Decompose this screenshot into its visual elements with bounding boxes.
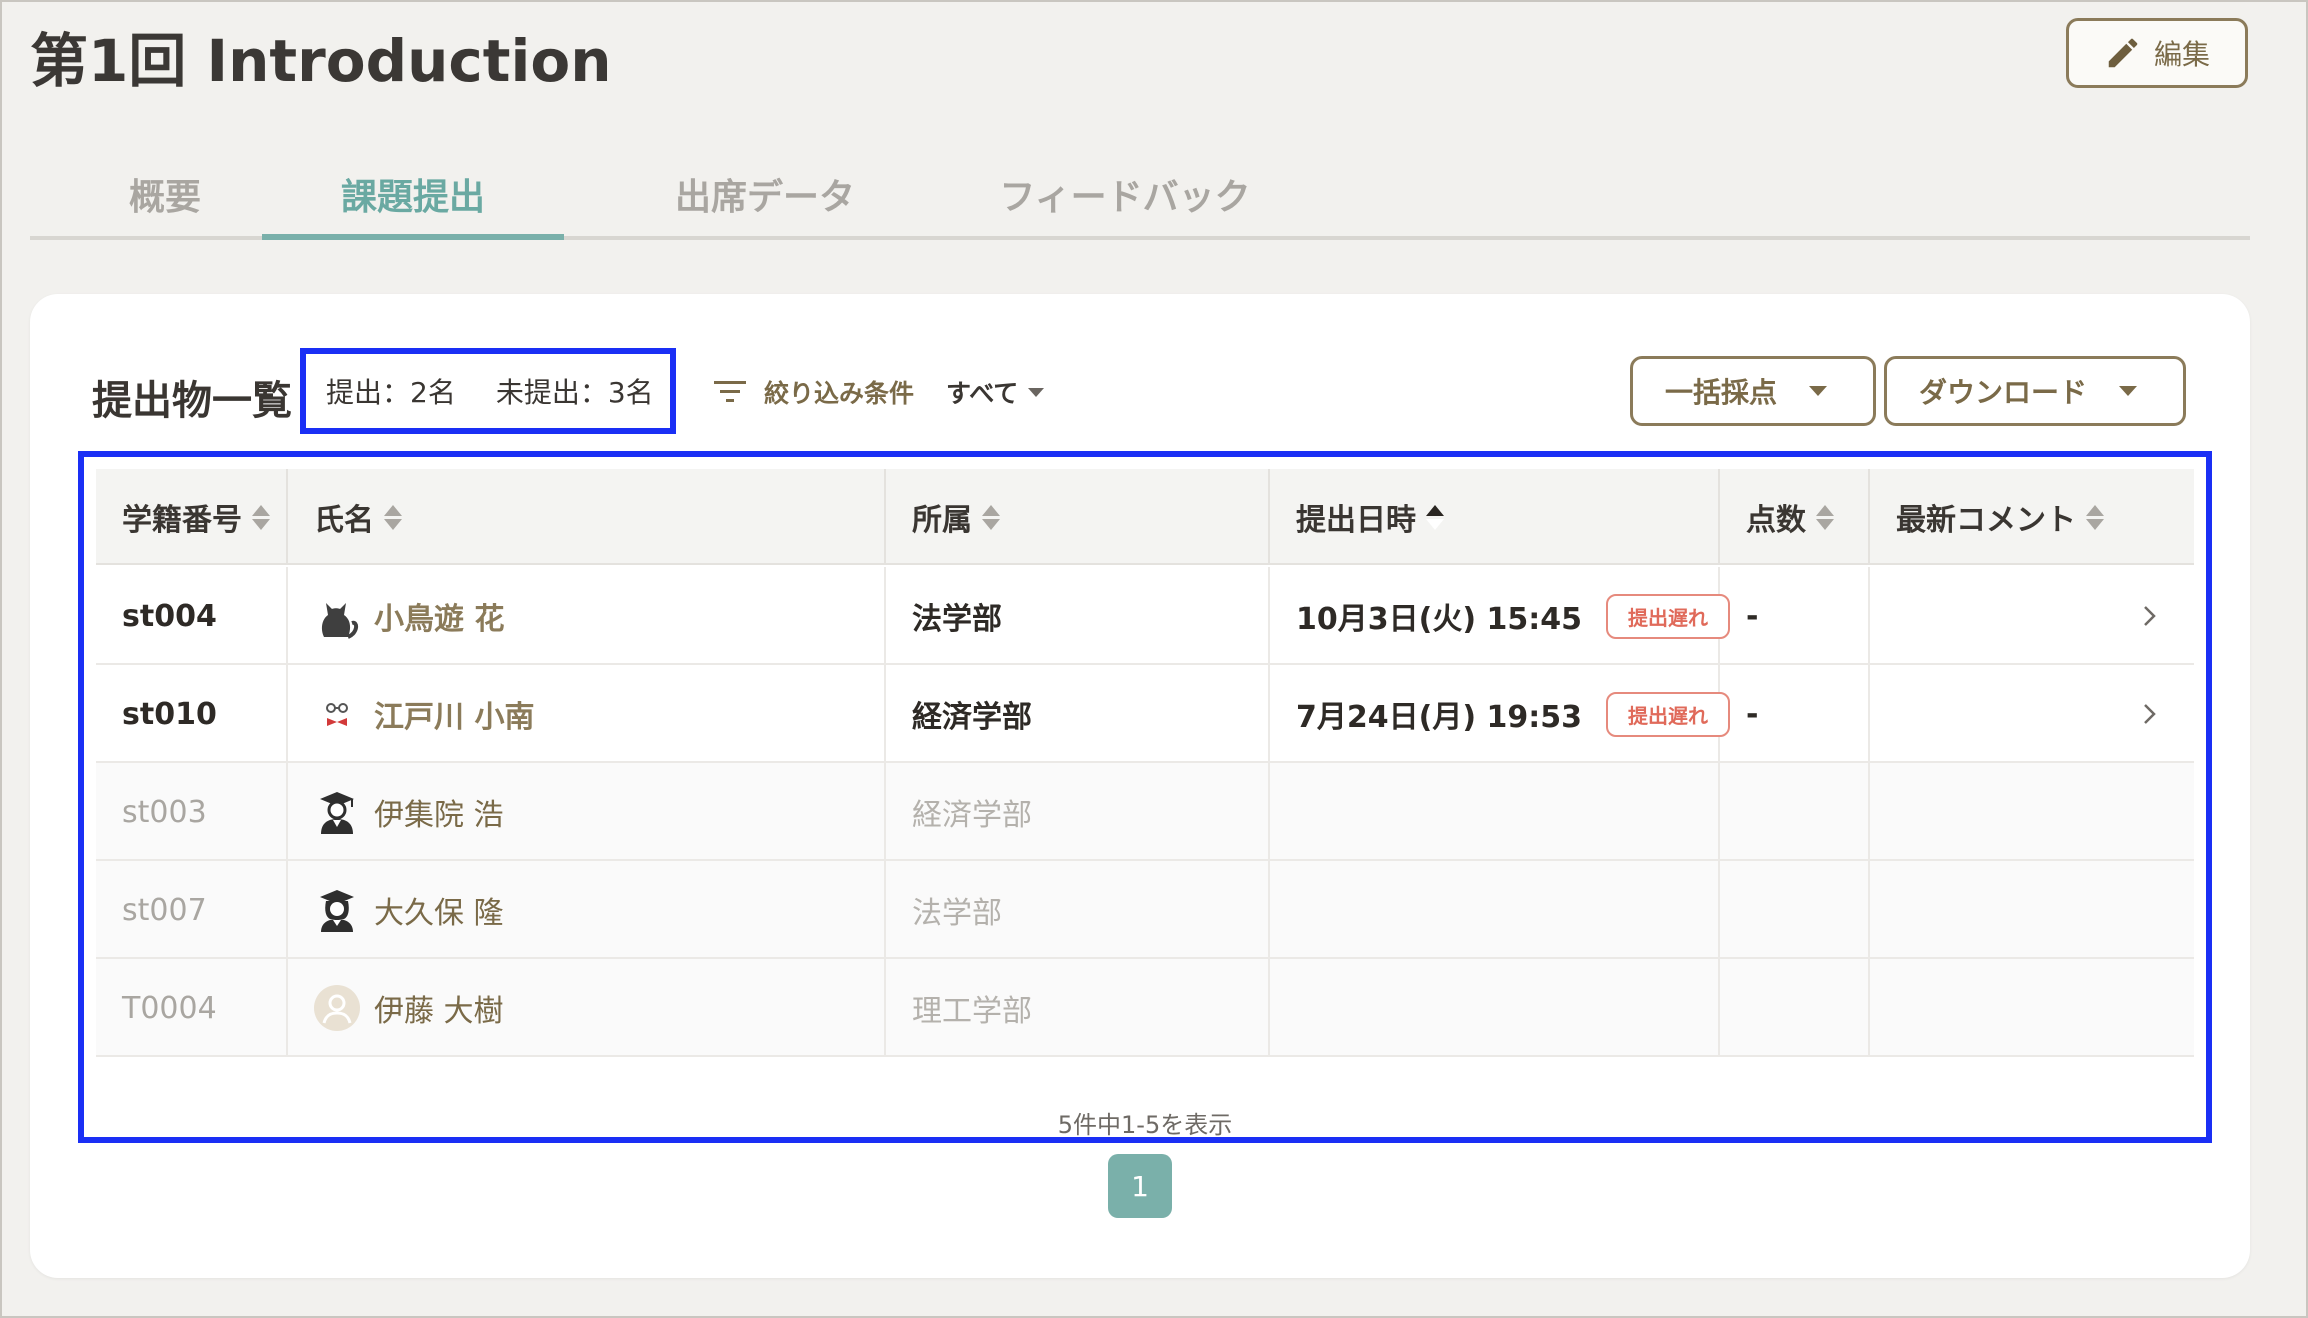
filter-label: 絞り込み条件: [764, 379, 915, 408]
latest-comment-cell: [1870, 861, 2194, 959]
chevron-right-icon[interactable]: [2140, 697, 2160, 731]
student-name[interactable]: 伊藤 大樹: [374, 986, 504, 1030]
cat-icon: [314, 593, 360, 639]
filter-conditions-button[interactable]: 絞り込み条件: [712, 374, 914, 410]
download-label: ダウンロード: [1919, 376, 2088, 409]
table-row[interactable]: st007 大久保 隆 法学部: [96, 861, 2194, 959]
table-row[interactable]: st004 小鳥遊 花 法学部 10月3日(火) 15:45 提出遅れ -: [96, 567, 2194, 665]
late-submission-badge: 提出遅れ: [1605, 593, 1730, 639]
submission-date: 7月24日(月) 19:53: [1296, 700, 1582, 735]
tab-assignment-submission[interactable]: 課題提出: [262, 168, 564, 240]
score-empty: [1720, 959, 1870, 1057]
sort-icon: [384, 504, 402, 530]
submission-date-empty: [1270, 861, 1720, 959]
edit-button[interactable]: 編集: [2066, 18, 2248, 88]
sort-icon: [252, 504, 270, 530]
bulk-grade-button[interactable]: 一括採点: [1630, 356, 1876, 426]
sort-ascending-icon: [1426, 504, 1444, 530]
submission-count-highlight: 提出：2名 未提出：3名: [300, 348, 676, 434]
tab-attendance-data[interactable]: 出席データ: [630, 168, 900, 240]
column-header-student-id[interactable]: 学籍番号: [96, 469, 288, 565]
student-name[interactable]: 小鳥遊 花: [374, 594, 504, 638]
latest-comment-cell: [1870, 567, 2194, 665]
edit-button-label: 編集: [2153, 38, 2210, 71]
tab-bar: 概要 課題提出 出席データ フィードバック: [30, 150, 2250, 240]
tab-feedback[interactable]: フィードバック: [960, 168, 1290, 240]
table-row[interactable]: st010 江戸川 小南 経済学部 7月24日(月) 19:53 提出遅れ -: [96, 665, 2194, 763]
table-row[interactable]: T0004 伊藤 大樹 理工学部: [96, 959, 2194, 1057]
student-name[interactable]: 江戸川 小南: [374, 692, 534, 736]
default-user-icon: [314, 985, 360, 1031]
column-header-department[interactable]: 所属: [886, 469, 1270, 565]
chevron-down-icon: [2119, 386, 2137, 396]
page-title: 第1回 Introduction: [30, 27, 612, 95]
bulk-grade-label: 一括採点: [1665, 376, 1778, 409]
score-value: -: [1720, 665, 1870, 763]
tab-overview[interactable]: 概要: [110, 168, 220, 240]
download-button[interactable]: ダウンロード: [1884, 356, 2186, 426]
submission-date-empty: [1270, 959, 1720, 1057]
active-tab-indicator: [262, 234, 564, 240]
filter-select[interactable]: すべて: [946, 374, 1045, 410]
submission-date-empty: [1270, 763, 1720, 861]
column-header-score[interactable]: 点数: [1720, 469, 1870, 565]
submission-table-highlight: 学籍番号 氏名 所属 提出日時 点数 最新コメント st004 小鳥遊 花 法学…: [78, 451, 2212, 1143]
filter-select-value: すべて: [946, 379, 1019, 408]
sort-icon: [982, 504, 1000, 530]
column-header-name[interactable]: 氏名: [288, 469, 886, 565]
late-submission-badge: 提出遅れ: [1605, 691, 1730, 737]
chevron-right-icon[interactable]: [2140, 599, 2160, 633]
submitted-count: 提出：2名: [326, 376, 456, 409]
latest-comment-cell: [1870, 959, 2194, 1057]
pencil-icon: [2108, 38, 2138, 68]
column-header-latest-comment[interactable]: 最新コメント: [1870, 469, 2194, 565]
sort-icon: [2086, 504, 2104, 530]
graduate-icon: [314, 789, 360, 835]
glasses-bowtie-icon: [314, 691, 360, 737]
chevron-down-icon: [1028, 387, 1045, 397]
chevron-down-icon: [1809, 386, 1827, 396]
student-name[interactable]: 伊集院 浩: [374, 790, 504, 834]
score-value: -: [1720, 567, 1870, 665]
filter-icon: [714, 381, 746, 402]
pagination-page-button[interactable]: 1: [1108, 1154, 1172, 1218]
latest-comment-cell: [1870, 763, 2194, 861]
table-header: 学籍番号 氏名 所属 提出日時 点数 最新コメント: [96, 469, 2194, 565]
table-row[interactable]: st003 伊集院 浩 経済学部: [96, 763, 2194, 861]
submission-list-title: 提出物一覧: [92, 378, 292, 424]
sort-icon: [1816, 504, 1834, 530]
table-result-count: 5件中1-5を表示: [1057, 1111, 1233, 1139]
column-header-submission-date[interactable]: 提出日時: [1270, 469, 1720, 565]
score-empty: [1720, 861, 1870, 959]
submission-date: 10月3日(火) 15:45: [1296, 602, 1582, 637]
score-empty: [1720, 763, 1870, 861]
student-name[interactable]: 大久保 隆: [374, 888, 504, 932]
not-submitted-count: 未提出：3名: [495, 376, 654, 409]
latest-comment-cell: [1870, 665, 2194, 763]
graduate-female-icon: [314, 887, 360, 933]
